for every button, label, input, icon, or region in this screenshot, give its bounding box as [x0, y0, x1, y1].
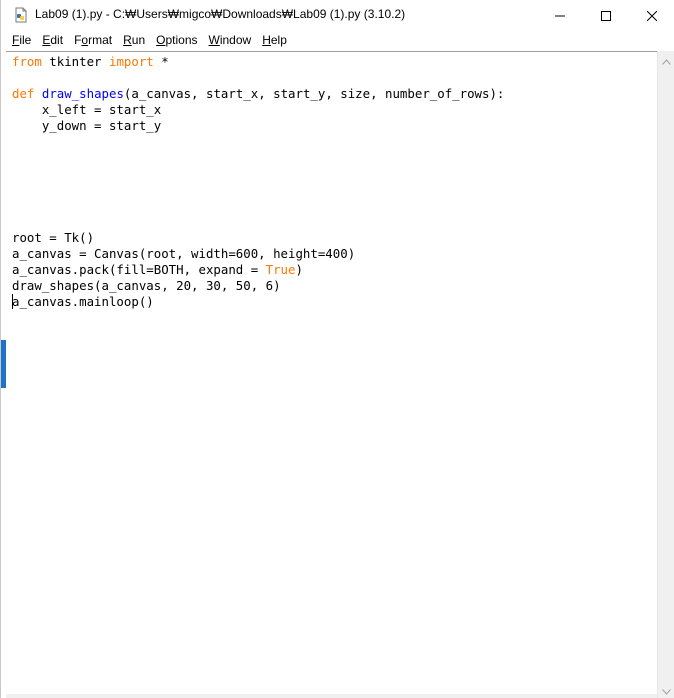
code-line[interactable]: from tkinter import *: [12, 54, 504, 70]
code-token: ): [295, 262, 303, 277]
code-function-name: draw_shapes: [41, 86, 124, 101]
code-token: *: [153, 54, 169, 69]
scroll-down-arrow-icon: [662, 680, 671, 698]
scroll-up-arrow-icon: [662, 50, 671, 69]
menu-bar: File Edit Format Run Options Window Help: [1, 30, 674, 50]
code-line[interactable]: [12, 182, 504, 198]
menu-window-mnemonic: W: [208, 33, 220, 47]
menu-help-mnemonic: H: [262, 33, 271, 47]
code-line[interactable]: draw_shapes(a_canvas, 20, 30, 50, 6): [12, 278, 504, 294]
code-line[interactable]: [12, 166, 504, 182]
code-keyword: from: [12, 54, 42, 69]
code-line[interactable]: y_down = start_y: [12, 118, 504, 134]
maximize-button[interactable]: [583, 0, 629, 30]
menu-run[interactable]: Run: [118, 30, 150, 50]
code-token: root = Tk(): [12, 230, 95, 245]
title-bar[interactable]: Lab09 (1).py - C:₩Users₩migco₩Downloads₩…: [1, 0, 674, 30]
code-token: y_down = start_y: [12, 118, 162, 133]
code-token: tkinter: [41, 54, 109, 69]
code-line[interactable]: [12, 214, 504, 230]
menu-format[interactable]: Format: [69, 30, 117, 50]
minimize-button[interactable]: [537, 0, 583, 30]
menu-file-label: ile: [19, 33, 32, 47]
maximize-icon: [601, 6, 611, 25]
close-icon: [646, 6, 658, 25]
code-token: a_canvas = Canvas(root, width=600, heigh…: [12, 246, 356, 261]
scroll-down-button[interactable]: [658, 681, 674, 698]
code-line[interactable]: x_left = start_x: [12, 102, 504, 118]
minimize-icon: [555, 6, 565, 25]
code-line[interactable]: a_canvas = Canvas(root, width=600, heigh…: [12, 246, 504, 262]
menu-run-mnemonic: R: [123, 33, 132, 47]
code-token: (a_canvas, start_x, start_y, size, numbe…: [123, 86, 505, 101]
menu-edit-label: dit: [50, 33, 64, 47]
code-token: draw_shapes(a_canvas, 20, 30, 50, 6): [12, 278, 281, 293]
code-line[interactable]: root = Tk(): [12, 230, 504, 246]
menu-run-label: un: [131, 33, 146, 47]
menu-file[interactable]: File: [7, 30, 36, 50]
idle-editor-window: Lab09 (1).py - C:₩Users₩migco₩Downloads₩…: [0, 0, 674, 698]
scroll-up-button[interactable]: [658, 51, 674, 68]
menu-help-label: elp: [270, 33, 287, 47]
code-line[interactable]: [12, 70, 504, 86]
code-line[interactable]: a_canvas.mainloop(): [12, 294, 504, 310]
menu-window-label: indow: [219, 33, 252, 47]
code-line[interactable]: def draw_shapes(a_canvas, start_x, start…: [12, 86, 504, 102]
code-token: a_canvas.mainloop(): [12, 294, 154, 309]
code-keyword: True: [265, 262, 296, 277]
menu-options-label: ptions: [165, 33, 198, 47]
menu-format-label: rmat: [88, 33, 113, 47]
python-idle-icon: [13, 7, 29, 23]
code-line[interactable]: [12, 198, 504, 214]
code-line[interactable]: a_canvas.pack(fill=BOTH, expand = True): [12, 262, 504, 278]
code-keyword: def: [12, 86, 35, 101]
vertical-scrollbar[interactable]: [657, 51, 674, 698]
code-keyword: import: [108, 54, 154, 69]
code-editor[interactable]: from tkinter import * def draw_shapes(a_…: [6, 51, 657, 694]
code-line[interactable]: [12, 134, 504, 150]
bottom-edge: [6, 694, 657, 698]
code-token: a_canvas.pack(fill=BOTH, expand =: [12, 262, 266, 277]
window-title: Lab09 (1).py - C:₩Users₩migco₩Downloads₩…: [35, 7, 406, 21]
code-text[interactable]: from tkinter import * def draw_shapes(a_…: [12, 54, 504, 310]
code-token: x_left = start_x: [12, 102, 162, 117]
menu-options[interactable]: Options: [151, 30, 202, 50]
text-cursor: [12, 294, 13, 309]
menu-help[interactable]: Help: [257, 30, 292, 50]
menu-edit[interactable]: Edit: [37, 30, 68, 50]
menu-window[interactable]: Window: [204, 30, 257, 50]
code-line[interactable]: [12, 150, 504, 166]
close-button[interactable]: [629, 0, 674, 30]
